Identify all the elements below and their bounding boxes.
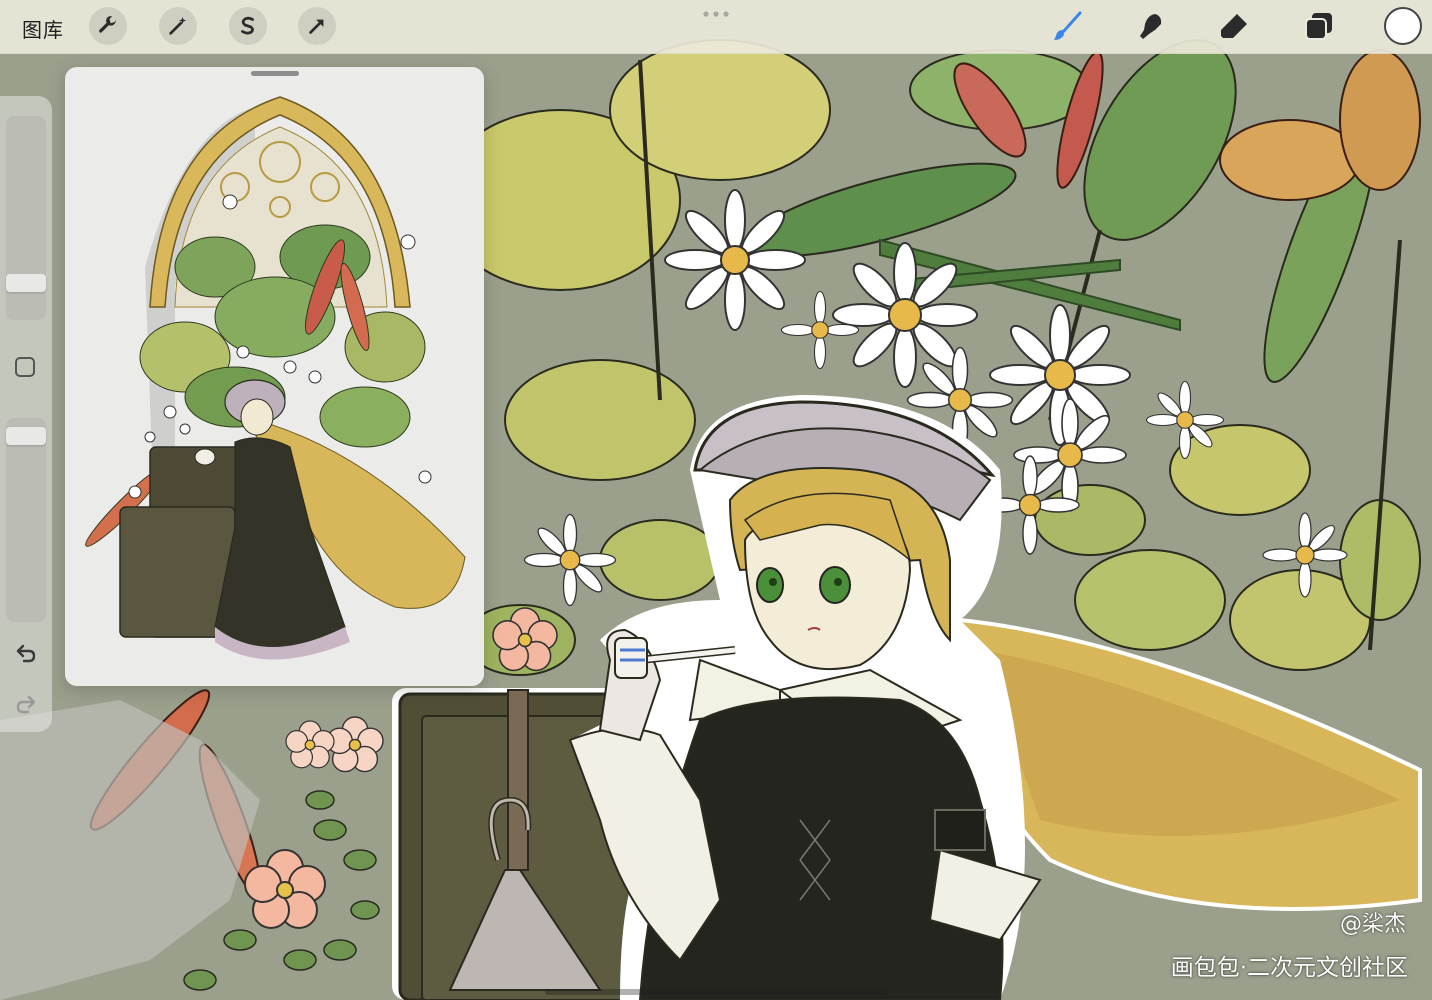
- smudge-tool-button[interactable]: [1133, 8, 1169, 44]
- transform-arrow-icon: [309, 19, 324, 34]
- modify-square-icon[interactable]: [15, 357, 35, 377]
- brush-tool-button[interactable]: [1049, 8, 1085, 44]
- watermark-site: 画包包·二次元文创社区: [1170, 955, 1408, 981]
- reference-window[interactable]: [65, 67, 484, 686]
- color-picker-swatch[interactable]: [1384, 7, 1422, 45]
- magic-wand-icon: [169, 16, 187, 35]
- opacity-thumb[interactable]: [6, 427, 46, 446]
- eraser-tool-button[interactable]: [1216, 8, 1252, 44]
- eraser-icon: [1221, 14, 1247, 38]
- selection-s-icon: [241, 16, 254, 35]
- reference-window-handle[interactable]: [251, 71, 299, 76]
- reference-artwork-thumbnail: [85, 96, 466, 660]
- layers-icon: [1305, 13, 1332, 40]
- adjustments-button[interactable]: [159, 7, 197, 45]
- left-sidebar: [0, 96, 52, 732]
- smudge-icon: [1140, 14, 1162, 39]
- home-indicator-bar[interactable]: [545, 989, 885, 995]
- brush-size-thumb[interactable]: [6, 274, 46, 293]
- actions-button[interactable]: [89, 7, 127, 45]
- brush-size-slider[interactable]: [6, 116, 46, 320]
- watermark-author: @桬杰: [1339, 912, 1406, 937]
- redo-icon[interactable]: [14, 692, 38, 716]
- more-dots-icon[interactable]: [702, 10, 730, 18]
- gallery-button[interactable]: 图库: [22, 14, 64, 43]
- wrench-icon: [99, 16, 116, 33]
- top-toolbar: 图库: [0, 0, 1432, 54]
- transform-button[interactable]: [298, 7, 336, 45]
- undo-icon[interactable]: [14, 641, 38, 665]
- opacity-slider[interactable]: [6, 418, 46, 622]
- layers-button[interactable]: [1301, 8, 1337, 44]
- brush-icon: [1054, 11, 1082, 40]
- selection-button[interactable]: [229, 7, 267, 45]
